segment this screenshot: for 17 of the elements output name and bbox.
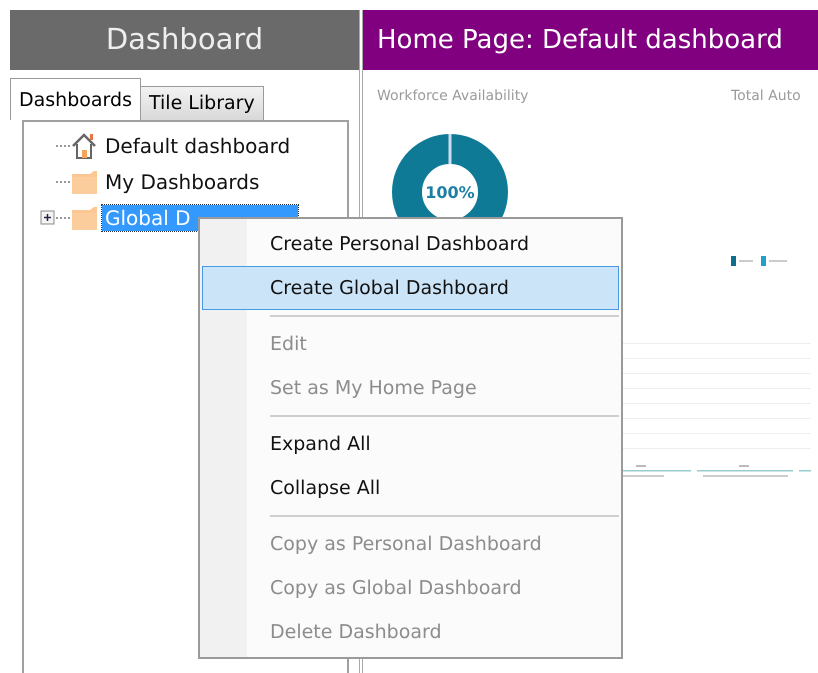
donut-value: 100% — [424, 182, 476, 204]
menu-item[interactable]: Expand All — [202, 422, 619, 466]
tab[interactable]: Dashboards — [10, 78, 141, 120]
tile-title: Total Auto — [731, 87, 802, 106]
tree-item[interactable]: My Dashboards — [102, 169, 262, 195]
menu-item[interactable]: Collapse All — [202, 466, 619, 510]
folder-icon — [70, 168, 98, 196]
tree-item[interactable]: Default dashboard — [102, 133, 294, 159]
home-icon — [70, 132, 98, 160]
tab[interactable]: Tile Library — [140, 86, 264, 120]
folder-icon — [70, 204, 98, 232]
menu-item[interactable]: Create Global Dashboard — [202, 266, 619, 310]
page-title: Home Page: Default dashboard — [363, 10, 818, 70]
tile-title: Workforce Availability — [377, 87, 530, 106]
expander-icon[interactable] — [40, 210, 56, 226]
panel-title: Dashboard — [10, 10, 359, 70]
menu-item[interactable]: Create Personal Dashboard — [202, 222, 619, 266]
